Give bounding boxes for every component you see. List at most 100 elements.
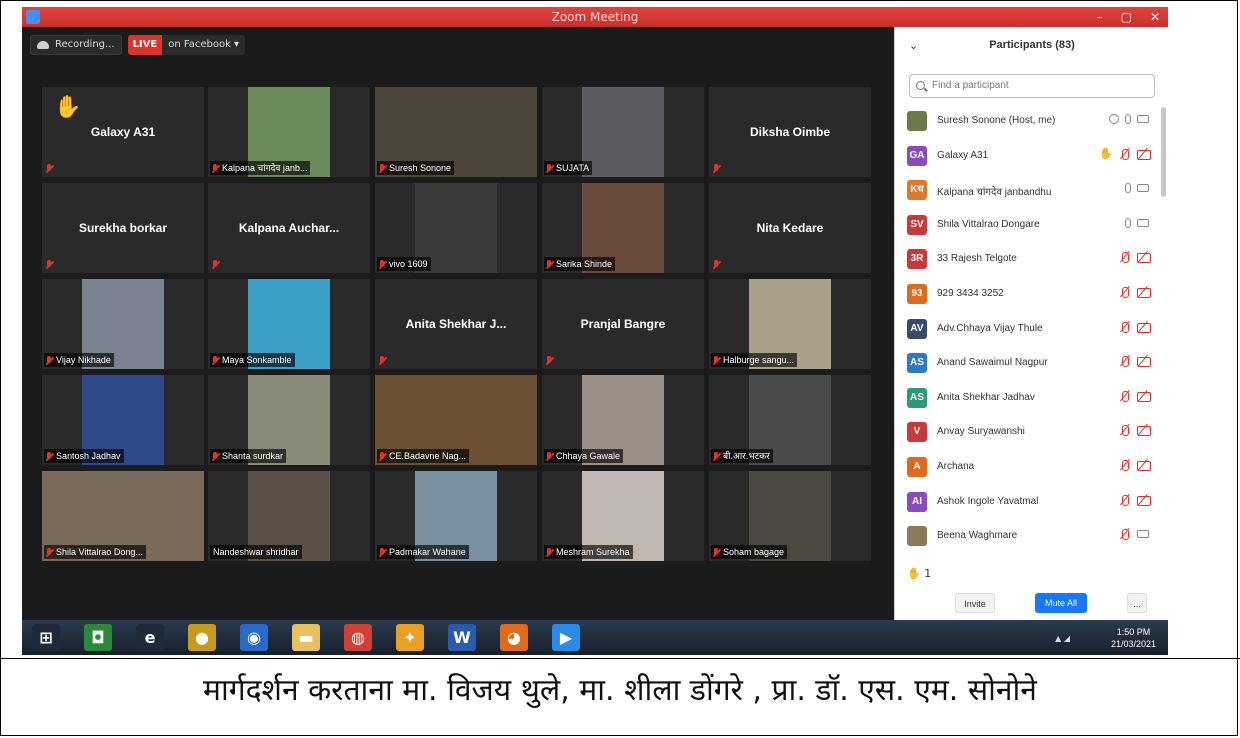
more-button[interactable]: ... <box>1127 593 1147 613</box>
recording-indicator[interactable]: Recording... <box>30 35 122 55</box>
muted-mic-icon <box>211 452 219 462</box>
muted-mic-icon <box>211 356 219 366</box>
chrome-icon[interactable]: ◍ <box>344 624 372 651</box>
zoom-icon[interactable]: ▶ <box>552 624 580 651</box>
participant-row[interactable]: SV Shila Vittalrao Dongare <box>895 208 1168 242</box>
mute-all-button[interactable]: Mute All <box>1035 593 1087 613</box>
participant-name: Kalpana Auchar... <box>238 221 340 235</box>
participant-row[interactable]: AS Anita Shekhar Jadhav <box>895 381 1168 415</box>
participant-name-label: CE.Badavne Nag... <box>377 449 470 463</box>
media-player-icon[interactable]: ● <box>188 624 216 651</box>
camera-off-icon <box>1137 287 1151 298</box>
participant-video-tile[interactable]: Padmakar Wahane <box>375 471 537 561</box>
mic-muted-icon <box>1119 529 1131 541</box>
clock-date: 21/03/2021 <box>1110 639 1156 649</box>
participant-row[interactable]: V Anvay Suryawanshi <box>895 415 1168 449</box>
avatar: GA <box>907 145 927 166</box>
participant-video-tile[interactable]: Pranjal Bangre <box>542 279 704 369</box>
participant-name-label: Meshram Surekha <box>544 545 633 559</box>
participant-name: Anand Sawaimul Nagpur <box>937 357 1048 369</box>
participant-row[interactable]: Suresh Sonone (Host, me) <box>895 104 1168 138</box>
app-green-glyph: ◘ <box>91 628 105 647</box>
participant-status-icons <box>1125 183 1149 194</box>
participant-search-input[interactable]: Find a participant <box>909 74 1155 98</box>
participant-name: Anita Shekhar J... <box>405 317 507 331</box>
participant-video-tile[interactable]: Meshram Surekha <box>542 471 704 561</box>
app-green-icon[interactable]: ◘ <box>84 624 112 651</box>
participant-video-tile[interactable]: Nandeshwar shridhar <box>208 471 370 561</box>
participant-status-icons: ✋ <box>1099 148 1151 160</box>
participant-row[interactable]: AS Anand Sawaimul Nagpur <box>895 346 1168 380</box>
participant-video <box>582 87 664 177</box>
participant-name: 929 3434 3252 <box>937 288 1004 299</box>
minimize-button[interactable]: – <box>1097 7 1103 27</box>
participant-row[interactable]: Kच Kalpana चांगदेव janbandhu <box>895 173 1168 207</box>
paint-icon[interactable]: ✦ <box>396 624 424 651</box>
participant-video-tile[interactable]: Kalpana Auchar... <box>208 183 370 273</box>
participant-video-tile[interactable]: Suresh Sonone <box>375 87 537 177</box>
zoom-glyph: ▶ <box>559 628 573 647</box>
search-icon <box>916 81 925 90</box>
participant-video-tile[interactable]: vivo 1609 <box>375 183 537 273</box>
invite-button[interactable]: Invite <box>955 593 995 613</box>
participant-video-tile[interactable]: Surekha borkar <box>42 183 204 273</box>
participant-status-icons <box>1119 287 1151 298</box>
participant-row[interactable]: AV Adv.Chhaya Vijay Thule <box>895 312 1168 346</box>
participant-video-tile[interactable]: Soham bagage <box>709 471 871 561</box>
participant-video-tile[interactable]: Diksha Oimbe <box>709 87 871 177</box>
participant-video-tile[interactable]: Galaxy A31 ✋ <box>42 87 204 177</box>
participant-row[interactable]: GA Galaxy A31 ✋ <box>895 139 1168 173</box>
participant-status-icons <box>1119 252 1151 264</box>
participant-video-tile[interactable]: Maya Sonkamble <box>208 279 370 369</box>
recording-icon <box>1109 114 1119 124</box>
participant-video-tile[interactable]: Santosh Jadhav <box>42 375 204 465</box>
muted-mic-icon <box>211 260 219 270</box>
close-button[interactable]: ✕ <box>1150 7 1160 27</box>
word-icon[interactable]: W <box>448 624 476 651</box>
participant-row[interactable]: A Archana <box>895 450 1168 484</box>
participant-list-scrollbar[interactable] <box>1161 107 1166 197</box>
zoom-app-icon <box>26 10 40 24</box>
live-stream-indicator[interactable]: LIVE on Facebook ▾ <box>127 35 246 55</box>
camera-off-icon <box>1137 460 1151 471</box>
maximize-button[interactable]: ▢ <box>1121 7 1132 27</box>
internet-explorer-icon[interactable]: e <box>136 624 164 651</box>
participant-video-tile[interactable]: Nita Kedare <box>709 183 871 273</box>
participant-row[interactable]: 3R 33 Rajesh Telgote <box>895 242 1168 276</box>
chrome-alt-icon[interactable]: ◉ <box>240 624 268 651</box>
live-target: on Facebook ▾ <box>162 35 246 55</box>
tray-icons[interactable]: ▲ ◢ <box>1055 634 1070 643</box>
participant-video-tile[interactable]: Sarika Shinde <box>542 183 704 273</box>
participant-row[interactable]: Beena Waghmare <box>895 519 1168 553</box>
participant-name: 33 Rajesh Telgote <box>937 253 1017 265</box>
participant-video-tile[interactable]: Shila Vittalrao Dong... <box>42 471 204 561</box>
participant-video-tile[interactable]: Shanta surdkar <box>208 375 370 465</box>
participant-video-tile[interactable]: Chhaya Gawale <box>542 375 704 465</box>
participant-name-label: Halburge sangu... <box>711 353 798 367</box>
live-badge: LIVE <box>127 35 163 55</box>
participant-video-tile[interactable]: SUJATA <box>542 87 704 177</box>
avatar: 3R <box>907 249 927 270</box>
participant-video-tile[interactable]: Vijay Nikhade <box>42 279 204 369</box>
avatar <box>907 111 927 131</box>
participant-video-tile[interactable]: Kalpana चांगदेव janb... <box>208 87 370 177</box>
muted-mic-icon <box>545 356 553 366</box>
mic-icon <box>1125 217 1131 228</box>
camera-icon <box>1137 218 1149 227</box>
participants-header: ⌄ Participants (83) <box>895 27 1168 65</box>
file-explorer-icon[interactable]: ▬ <box>292 624 320 651</box>
system-clock[interactable]: 1:50 PM 21/03/2021 <box>1111 626 1156 650</box>
mic-muted-icon <box>1119 321 1131 333</box>
participant-name: Surekha borkar <box>78 221 168 235</box>
windows-start-icon[interactable]: ⊞ <box>32 624 60 651</box>
participant-row[interactable]: 93 929 3434 3252 <box>895 277 1168 311</box>
participant-video-tile[interactable]: बी.आर.भटकर <box>709 375 871 465</box>
participant-row[interactable]: AI Ashok Ingole Yavatmal <box>895 485 1168 519</box>
participant-video-tile[interactable]: CE.Badavne Nag... <box>375 375 537 465</box>
window-title: Zoom Meeting <box>551 10 639 24</box>
participant-name: Adv.Chhaya Vijay Thule <box>937 322 1043 334</box>
participant-video-tile[interactable]: Anita Shekhar J... <box>375 279 537 369</box>
firefox-icon[interactable]: ◕ <box>500 624 528 651</box>
participant-video-tile[interactable]: Halburge sangu... <box>709 279 871 369</box>
participant-name: Beena Waghmare <box>937 530 1018 542</box>
